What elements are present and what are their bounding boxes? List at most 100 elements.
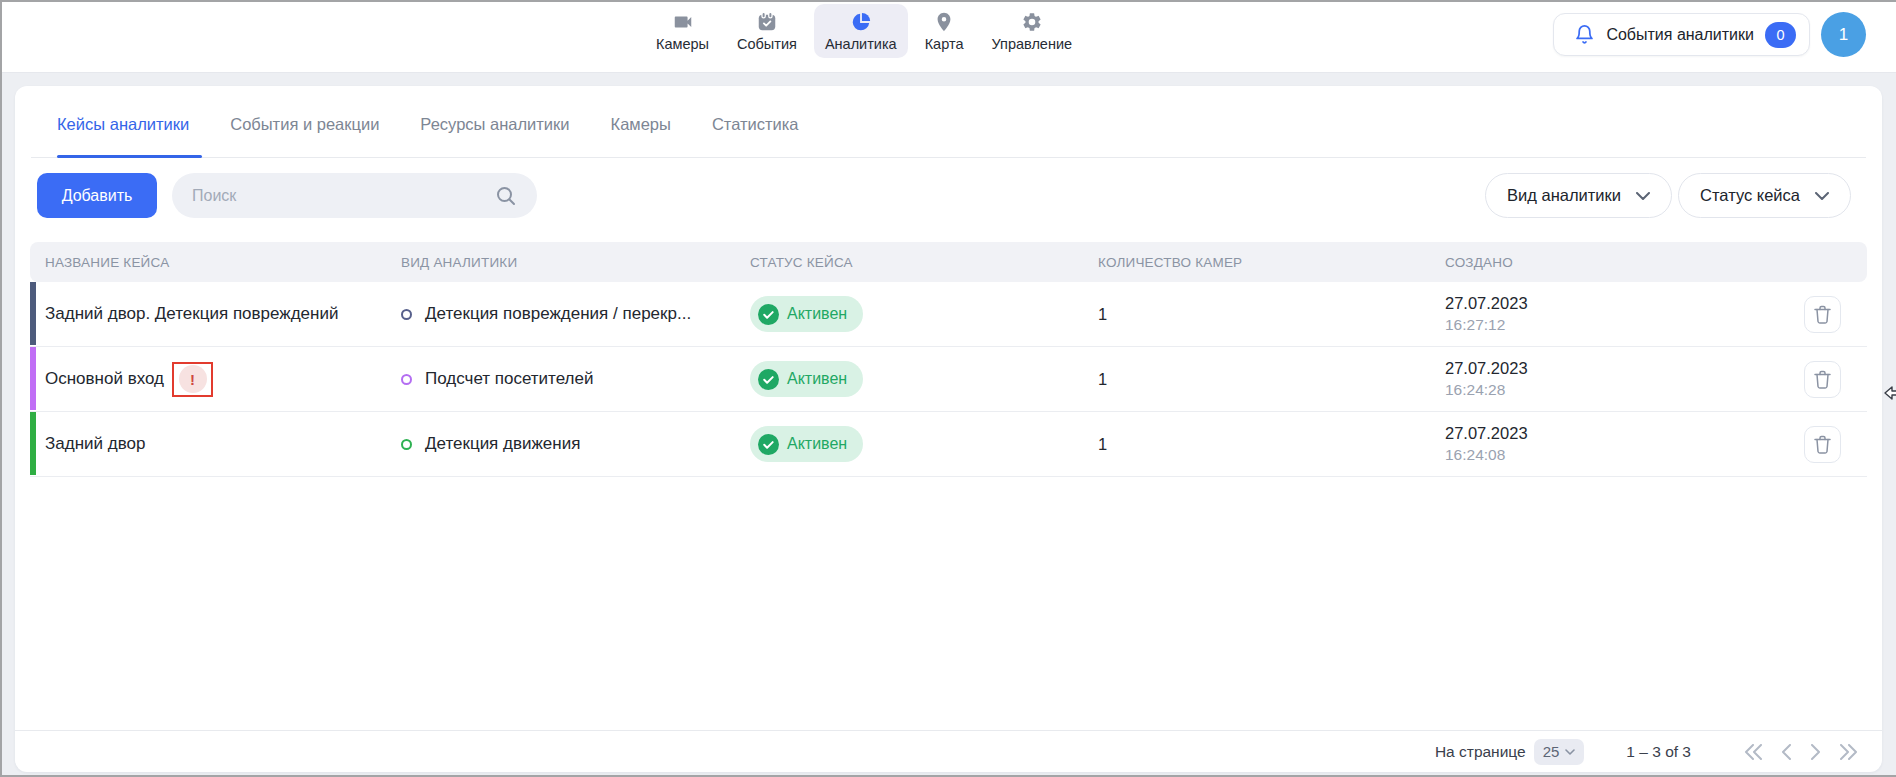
- camera-count-cell: 1: [1098, 435, 1445, 454]
- nav-item-map[interactable]: Карта: [914, 4, 975, 58]
- case-name-cell: Задний двор: [30, 434, 401, 454]
- delete-button[interactable]: [1804, 361, 1841, 398]
- created-cell: 27.07.2023 16:27:12: [1445, 293, 1777, 335]
- nav-label: Камеры: [656, 36, 709, 52]
- camera-count-cell: 1: [1098, 305, 1445, 324]
- table-row[interactable]: Основной вход ! Подсчет посетителей Акти…: [30, 347, 1867, 412]
- actions-cell: [1777, 426, 1867, 463]
- created-cell: 27.07.2023 16:24:28: [1445, 358, 1777, 400]
- col-header-cameras: КОЛИЧЕСТВО КАМЕР: [1098, 255, 1445, 270]
- tabs-divider: [31, 157, 1866, 158]
- mouse-cursor-artifact: [1884, 385, 1896, 405]
- case-name-cell: Основной вход !: [30, 362, 401, 397]
- analytics-type-cell: Детекция повреждения / перекр...: [401, 304, 750, 324]
- table-row[interactable]: Задний двор. Детекция повреждений Детекц…: [30, 282, 1867, 347]
- status-label: Активен: [787, 435, 847, 453]
- tab-statistics[interactable]: Статистика: [712, 115, 799, 134]
- pager: [1744, 744, 1858, 760]
- tab-analytics-resources[interactable]: Ресурсы аналитики: [420, 115, 569, 134]
- tab-bar: Кейсы аналитики События и реакции Ресурс…: [57, 115, 799, 134]
- first-page-button[interactable]: [1744, 744, 1763, 760]
- status-badge: Активен: [750, 426, 863, 462]
- bell-icon: [1574, 24, 1595, 45]
- trash-icon: [1814, 370, 1831, 389]
- status-badge: Активен: [750, 361, 863, 397]
- tab-events-reactions[interactable]: События и реакции: [230, 115, 379, 134]
- created-date: 27.07.2023: [1445, 293, 1777, 314]
- case-name: Задний двор: [45, 434, 145, 454]
- col-header-type: ВИД АНАЛИТИКИ: [401, 255, 750, 270]
- case-name: Задний двор. Детекция повреждений: [45, 304, 338, 324]
- delete-button[interactable]: [1804, 426, 1841, 463]
- cases-table: НАЗВАНИЕ КЕЙСА ВИД АНАЛИТИКИ СТАТУС КЕЙС…: [30, 242, 1867, 477]
- type-ring-icon: [401, 374, 412, 385]
- nav-item-management[interactable]: Управление: [980, 4, 1083, 58]
- search-input[interactable]: [172, 187, 495, 205]
- col-header-name: НАЗВАНИЕ КЕЙСА: [30, 255, 401, 270]
- check-circle-icon: [758, 369, 779, 390]
- delete-button[interactable]: [1804, 296, 1841, 333]
- active-tab-underline: [57, 155, 202, 158]
- status-cell: Активен: [750, 426, 1098, 462]
- search-icon: [495, 185, 517, 207]
- type-ring-icon: [401, 309, 412, 320]
- row-color-stripe: [30, 282, 36, 345]
- nav-label: События: [737, 36, 797, 52]
- created-time: 16:24:28: [1445, 379, 1777, 400]
- filter-analytics-type[interactable]: Вид аналитики: [1485, 173, 1672, 218]
- analytics-type-cell: Подсчет посетителей: [401, 369, 750, 389]
- status-cell: Активен: [750, 361, 1098, 397]
- pie-chart-icon: [850, 11, 872, 33]
- status-label: Активен: [787, 305, 847, 323]
- nav-item-cameras[interactable]: Камеры: [645, 4, 720, 58]
- created-date: 27.07.2023: [1445, 358, 1777, 379]
- page-range: 1 – 3 of 3: [1626, 743, 1691, 761]
- tab-analytics-cases[interactable]: Кейсы аналитики: [57, 115, 189, 134]
- table-row[interactable]: Задний двор Детекция движения Активен 1 …: [30, 412, 1867, 477]
- table-footer: На странице 25 1 – 3 of 3: [15, 730, 1882, 772]
- type-ring-icon: [401, 439, 412, 450]
- gear-icon: [1021, 11, 1043, 33]
- table-header: НАЗВАНИЕ КЕЙСА ВИД АНАЛИТИКИ СТАТУС КЕЙС…: [30, 242, 1867, 282]
- nav-item-analytics[interactable]: Аналитика: [814, 4, 908, 58]
- content-card: Кейсы аналитики События и реакции Ресурс…: [15, 86, 1882, 772]
- nav-item-events[interactable]: События: [726, 4, 808, 58]
- actions-cell: [1777, 361, 1867, 398]
- search-box[interactable]: [172, 173, 537, 218]
- trash-icon: [1814, 305, 1831, 324]
- case-name-cell: Задний двор. Детекция повреждений: [30, 304, 401, 324]
- check-circle-icon: [758, 434, 779, 455]
- analytics-type: Подсчет посетителей: [425, 369, 593, 389]
- prev-page-button[interactable]: [1781, 744, 1792, 760]
- per-page-value: 25: [1543, 743, 1560, 760]
- tab-cameras[interactable]: Камеры: [611, 115, 671, 134]
- nav-label: Карта: [925, 36, 964, 52]
- status-badge: Активен: [750, 296, 863, 332]
- filter-label: Статус кейса: [1700, 186, 1800, 205]
- chevron-down-icon: [1565, 749, 1575, 755]
- nav-label: Управление: [991, 36, 1072, 52]
- created-time: 16:27:12: [1445, 314, 1777, 335]
- calendar-check-icon: [756, 11, 778, 33]
- warning-icon: !: [179, 365, 207, 393]
- camera-count-cell: 1: [1098, 370, 1445, 389]
- analytics-type-cell: Детекция движения: [401, 434, 750, 454]
- camera-icon: [672, 11, 694, 33]
- check-circle-icon: [758, 304, 779, 325]
- row-color-stripe: [30, 412, 36, 475]
- last-page-button[interactable]: [1839, 744, 1858, 760]
- chevron-down-icon: [1815, 192, 1829, 200]
- trash-icon: [1814, 435, 1831, 454]
- next-page-button[interactable]: [1810, 744, 1821, 760]
- analytics-events-button[interactable]: События аналитики 0: [1553, 13, 1810, 56]
- status-label: Активен: [787, 370, 847, 388]
- per-page-select[interactable]: 25: [1534, 739, 1585, 765]
- actions-cell: [1777, 296, 1867, 333]
- created-date: 27.07.2023: [1445, 423, 1777, 444]
- avatar[interactable]: 1: [1821, 12, 1866, 57]
- events-button-label: События аналитики: [1606, 26, 1754, 44]
- col-header-status: СТАТУС КЕЙСА: [750, 255, 1098, 270]
- filter-case-status[interactable]: Статус кейса: [1678, 173, 1851, 218]
- filter-label: Вид аналитики: [1507, 186, 1621, 205]
- add-button[interactable]: Добавить: [37, 173, 157, 218]
